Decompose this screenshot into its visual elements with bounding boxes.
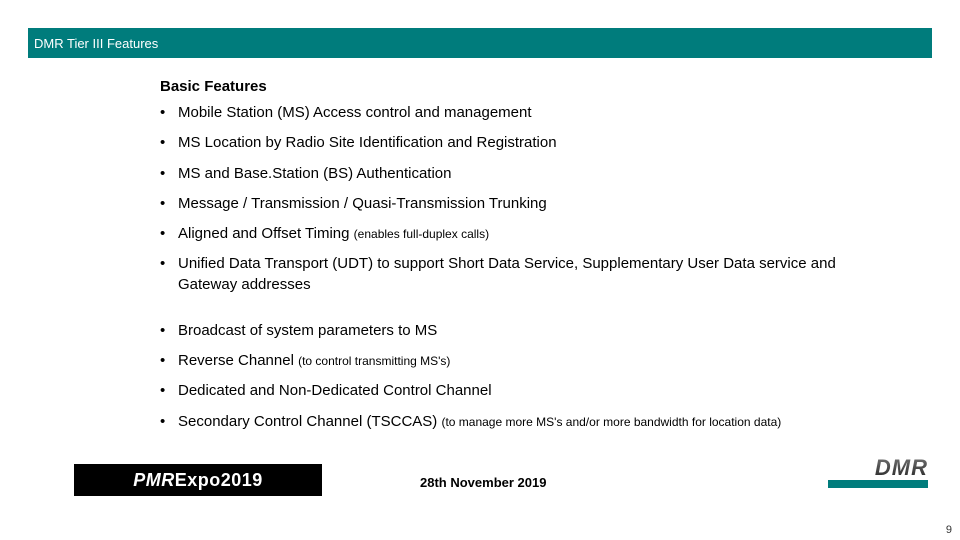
bullet-sub-text: (to manage more MS's and/or more bandwid… [441,415,781,429]
bullet-main-text: Broadcast of system parameters to MS [178,322,437,339]
pmr-logo-part2: Expo [175,470,221,491]
slide: DMR Tier III Features Basic Features Mob… [0,0,960,540]
bullet-main-text: Aligned and Offset Timing [178,225,354,242]
list-item: Aligned and Offset Timing (enables full-… [160,224,870,244]
footer-date: 28th November 2019 [420,475,546,490]
list-item: Mobile Station (MS) Access control and m… [160,103,870,123]
list-item: MS Location by Radio Site Identification… [160,133,870,153]
list-item: Message / Transmission / Quasi-Transmiss… [160,194,870,214]
bullet-list: Mobile Station (MS) Access control and m… [160,103,870,432]
page-number: 9 [946,524,952,536]
bullet-sub-text: (to control transmitting MS's) [298,354,450,368]
bullet-sub-text: (enables full-duplex calls) [354,227,489,241]
dmr-logo-bar [828,480,928,488]
list-item: Unified Data Transport (UDT) to support … [160,254,870,295]
section-title: Basic Features [160,78,870,95]
footer-logo-left: PMR Expo 2019 [74,464,322,496]
list-item: Broadcast of system parameters to MS [160,321,870,341]
bullet-main-text: MS Location by Radio Site Identification… [178,134,557,151]
bullet-main-text: Secondary Control Channel (TSCCAS) [178,413,441,430]
bullet-main-text: Reverse Channel [178,352,298,369]
list-item: Secondary Control Channel (TSCCAS) (to m… [160,412,870,432]
footer-logo-right: DMR [828,458,928,498]
bullet-main-text: Dedicated and Non-Dedicated Control Chan… [178,382,492,399]
bullet-main-text: MS and Base.Station (BS) Authentication [178,165,452,182]
title-bar-text: DMR Tier III Features [34,36,158,51]
bullet-main-text: Message / Transmission / Quasi-Transmiss… [178,195,547,212]
bullet-main-text: Unified Data Transport (UDT) to support … [178,255,836,292]
list-item: MS and Base.Station (BS) Authentication [160,164,870,184]
bullet-group-gap [160,305,870,313]
pmr-logo-part1: PMR [133,470,175,491]
title-bar: DMR Tier III Features [28,28,932,58]
list-item: Dedicated and Non-Dedicated Control Chan… [160,381,870,401]
list-item: Reverse Channel (to control transmitting… [160,351,870,371]
slide-body: Basic Features Mobile Station (MS) Acces… [160,78,870,442]
pmr-logo-part3: 2019 [221,470,263,491]
bullet-main-text: Mobile Station (MS) Access control and m… [178,104,532,121]
dmr-logo-text: DMR [875,458,928,478]
